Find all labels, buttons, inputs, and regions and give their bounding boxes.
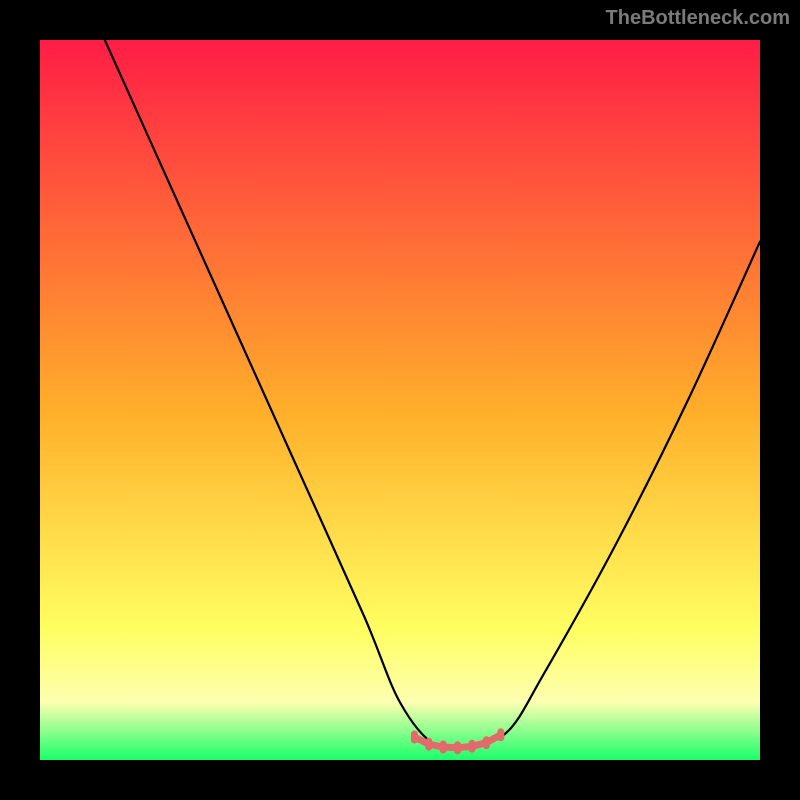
watermark: TheBottleneck.com (606, 7, 790, 29)
plot-area (40, 40, 760, 760)
bottleneck-chart: TheBottleneck.com (0, 0, 800, 800)
